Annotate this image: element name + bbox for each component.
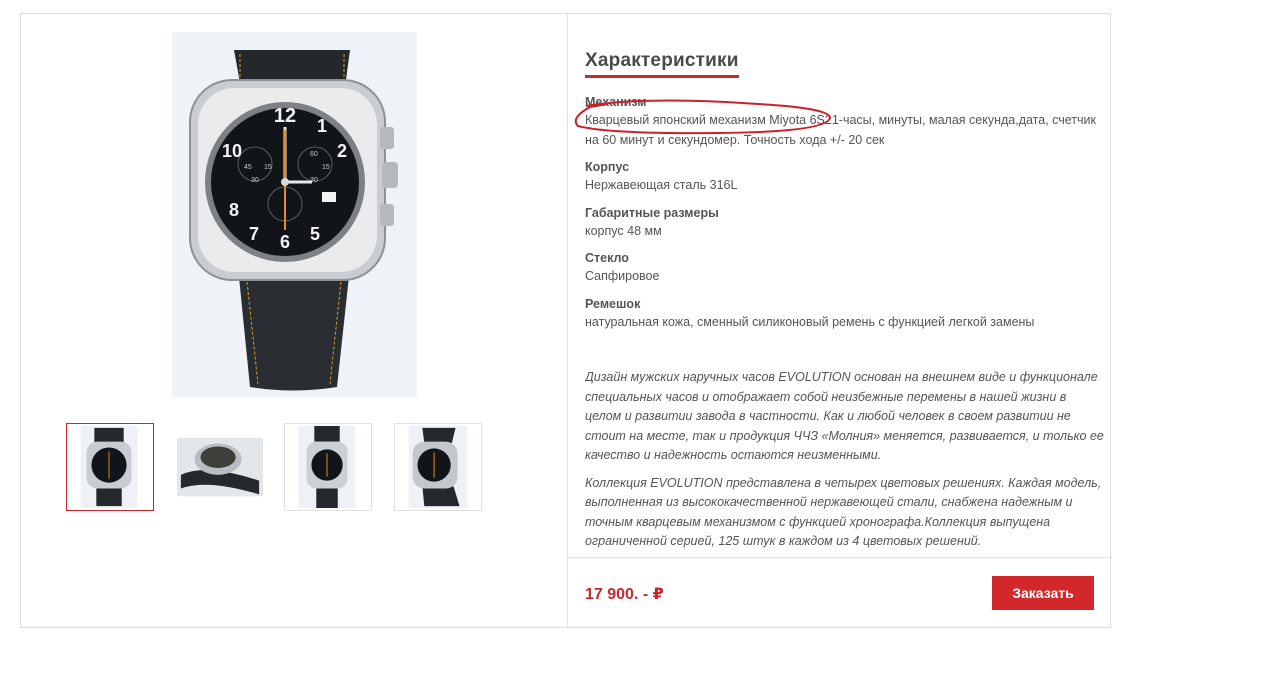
spec-value: натуральная кожа, сменный силиконовый ре… [585,314,1035,329]
dial-numeral: 8 [229,200,239,220]
thumbnail-strip [66,423,486,513]
thumbnail-front-small[interactable] [284,423,372,511]
dial-numeral: 12 [274,105,296,127]
specs-title: Характеристики [585,50,739,78]
subdial-label: 30 [251,177,259,184]
thumbnail-front[interactable] [66,423,154,511]
watch-thumbnail-image [177,437,263,497]
dial-numeral: 6 [280,232,290,252]
spec-label: Габаритные размеры [585,205,719,220]
spec-label: Ремешок [585,296,641,311]
spec-strap: Ремешок натуральная кожа, сменный силико… [585,295,1105,333]
dial-numeral: 10 [222,141,242,161]
spec-dimensions: Габаритные размеры корпус 48 мм [585,204,1105,242]
thumbnail-angled[interactable] [394,423,482,511]
description-paragraph: Дизайн мужских наручных часов EVOLUTION … [585,370,1104,462]
spec-glass: Стекло Сапфировое [585,249,1105,287]
product-card: 12 1 2 10 8 7 6 5 45 15 30 60 15 30 Хара… [20,13,1112,628]
spec-value: корпус 48 мм [585,223,662,238]
spec-value: Кварцевый японский механизм Miyota 6S21-… [585,113,1096,147]
watch-thumbnail-image [298,425,356,509]
order-button[interactable]: Заказать [992,576,1094,610]
subdial-label: 15 [264,164,272,171]
dial-numeral: 7 [249,224,259,244]
watch-illustration: 12 1 2 10 8 7 6 5 45 15 30 60 15 30 [172,32,417,397]
dial-numeral: 2 [337,141,347,161]
description-paragraph: Коллекция EVOLUTION представлена в четыр… [585,475,1102,549]
product-price: 17 900. - ₽ [585,586,664,603]
dial-numeral: 5 [310,224,320,244]
subdial-label: 45 [244,164,252,171]
spec-label: Стекло [585,251,629,265]
watch-thumbnail-image [408,425,468,509]
specs-section: Характеристики Механизм Кварцевый японск… [585,50,1105,558]
dial-numeral: 1 [317,116,327,136]
spec-label: Корпус [585,160,630,174]
spec-value: Нержавеющая сталь 316L [585,178,738,192]
watch-thumbnail-image [80,425,138,509]
column-divider [567,14,568,627]
spec-value: Сапфировое [585,269,660,283]
footer-divider [568,557,1112,558]
subdial-label: 15 [322,164,330,171]
spec-label: Механизм [585,95,647,109]
spec-case: Корпус Нержавеющая сталь 316L [585,158,1105,196]
thumbnail-side[interactable] [176,423,264,511]
main-product-image[interactable]: 12 1 2 10 8 7 6 5 45 15 30 60 15 30 [172,32,417,397]
subdial-label: 60 [310,151,318,158]
spec-mechanism: Механизм Кварцевый японский механизм Miy… [585,93,1105,150]
